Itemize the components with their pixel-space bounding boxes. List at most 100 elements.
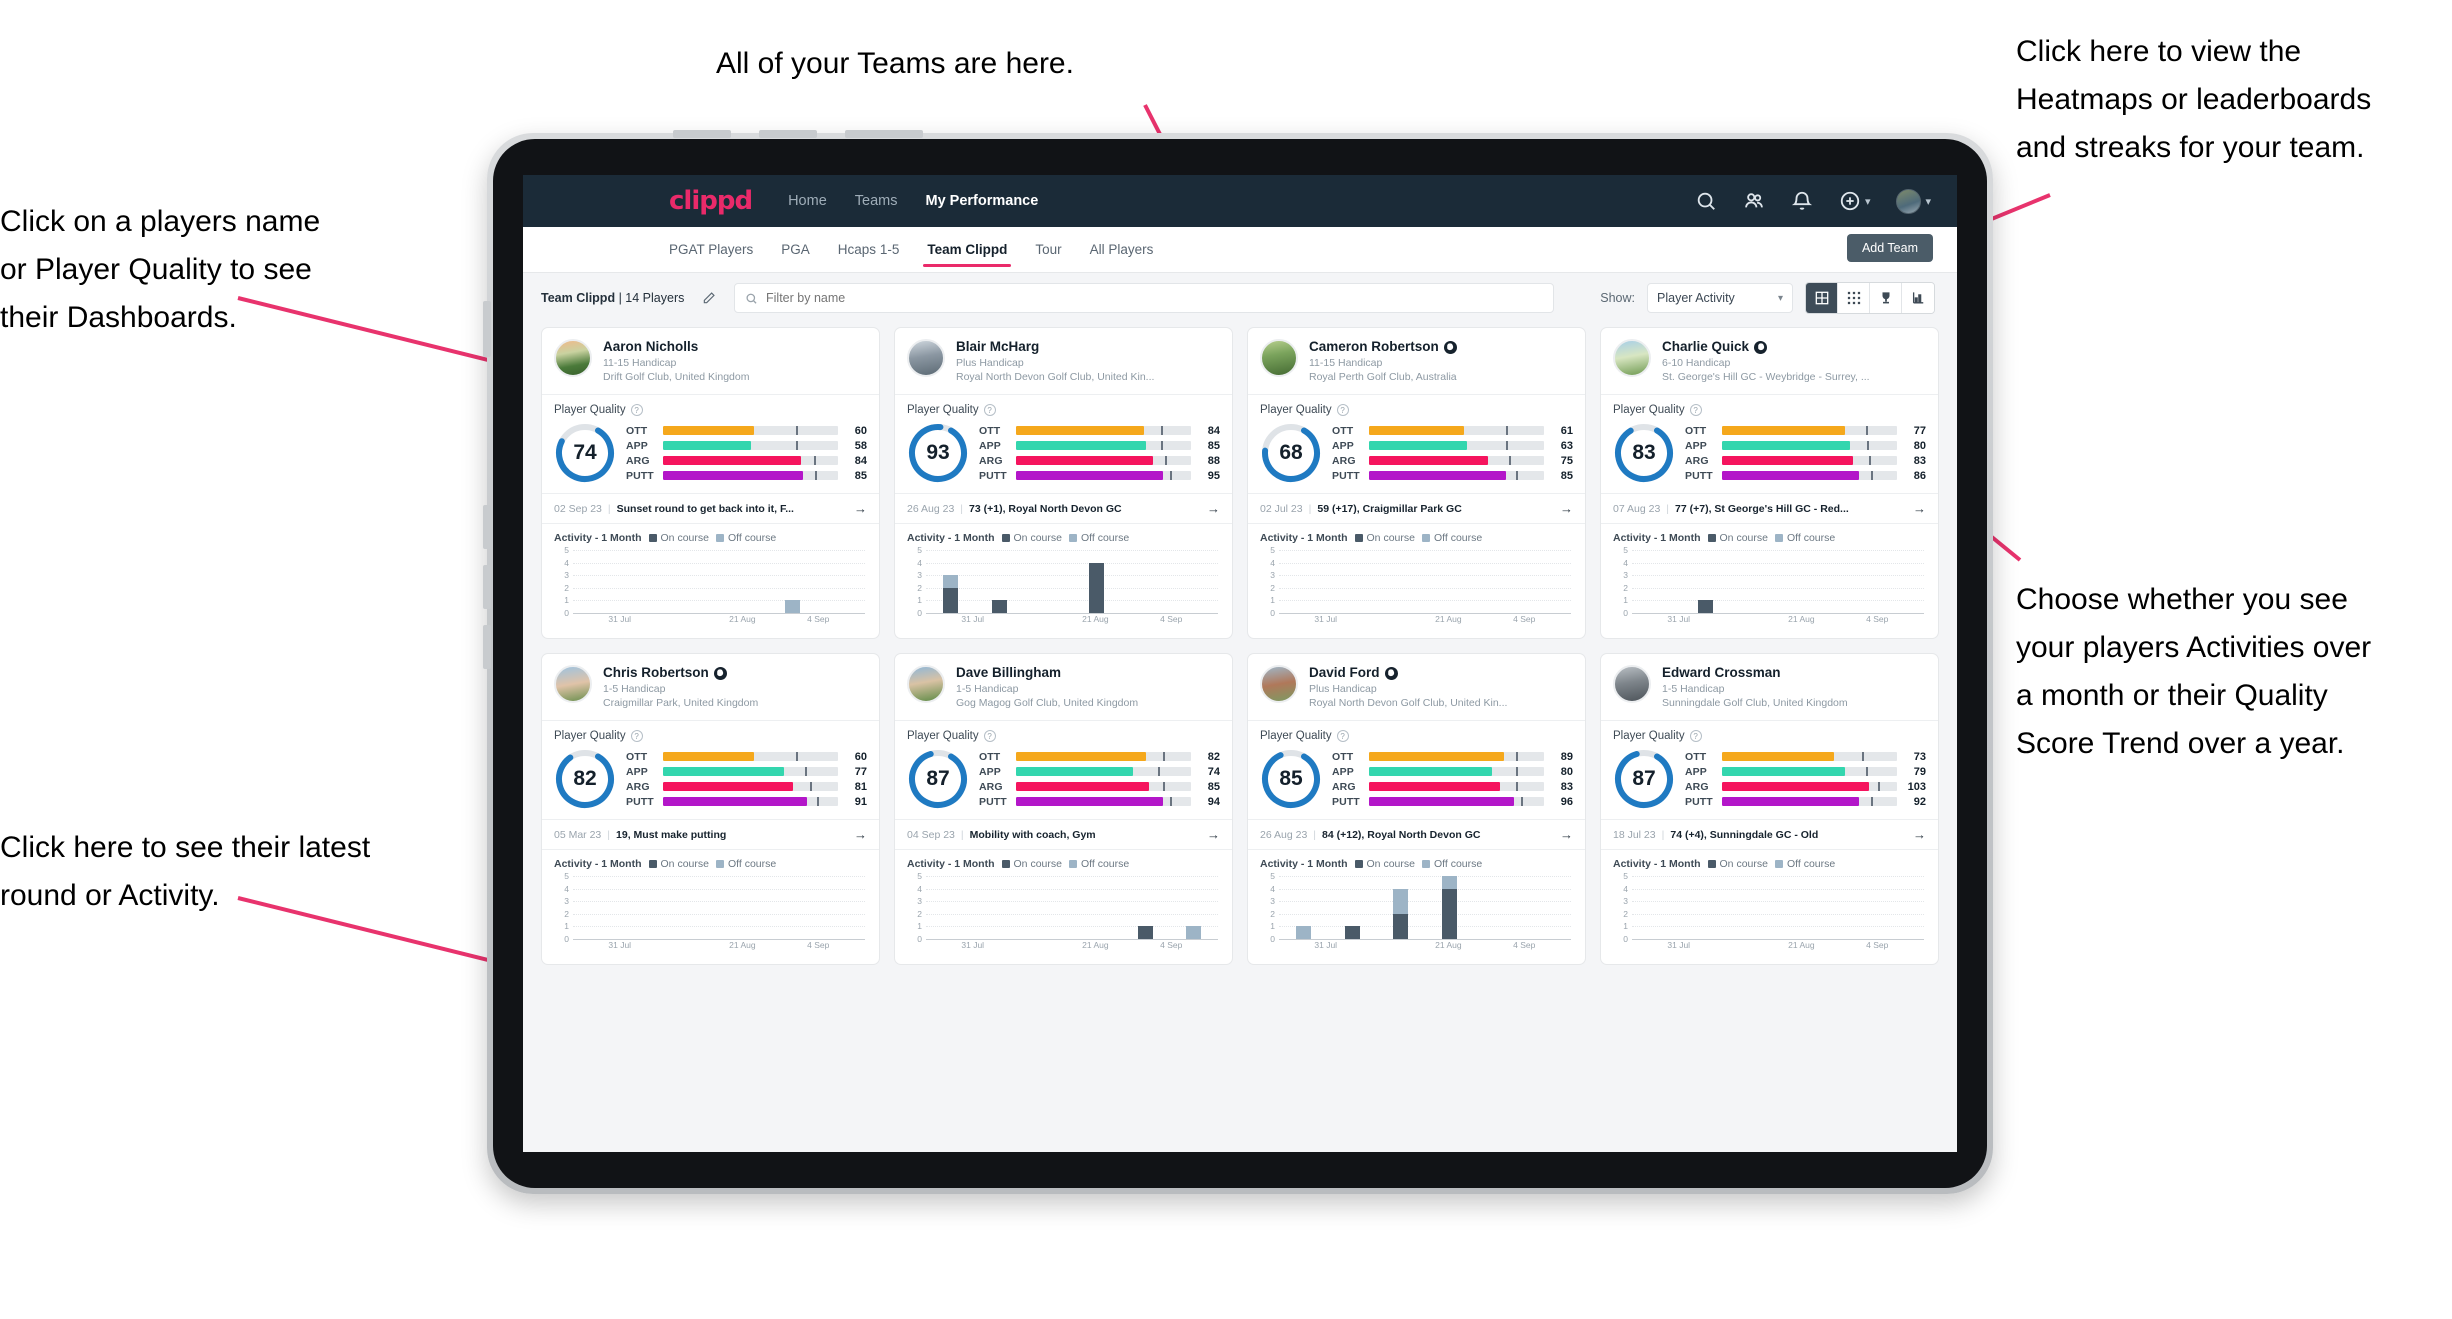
tab-tour[interactable]: Tour <box>1035 227 1061 273</box>
player-card-header[interactable]: Charlie Quick 6-10 Handicap St. George's H… <box>1601 328 1938 394</box>
player-card[interactable]: Charlie Quick 6-10 Handicap St. George's H… <box>1600 327 1939 639</box>
tab-hcaps-1-5[interactable]: Hcaps 1-5 <box>838 227 900 273</box>
view-trophy-button[interactable] <box>1870 283 1902 313</box>
question-circle-icon[interactable]: ? <box>630 730 643 742</box>
player-name[interactable]: Blair McHarg <box>956 339 1220 355</box>
latest-round-row[interactable]: 18 Jul 23 | 74 (+4), Sunningdale GC - Old → <box>1601 819 1938 850</box>
player-card[interactable]: Edward Crossman 1-5 Handicap Sunningdale G… <box>1600 653 1939 965</box>
player-name[interactable]: Edward Crossman <box>1662 665 1926 681</box>
show-select[interactable]: Player Activity ▾ <box>1647 283 1793 313</box>
player-name[interactable]: Chris Robertson <box>603 665 867 681</box>
arrow-right-icon[interactable]: → <box>854 501 867 516</box>
bell-icon[interactable] <box>1791 190 1813 212</box>
tab-all-players[interactable]: All Players <box>1090 227 1154 273</box>
avatar[interactable] <box>1613 339 1651 377</box>
nav-link-home[interactable]: Home <box>788 193 827 209</box>
question-circle-icon[interactable]: ? <box>1689 730 1702 742</box>
search-container[interactable] <box>734 283 1555 313</box>
question-circle-icon[interactable]: ? <box>630 404 643 416</box>
avatar[interactable] <box>907 665 945 703</box>
player-card-header[interactable]: Chris Robertson 1-5 Handicap Craigmillar P… <box>542 654 879 720</box>
player-card[interactable]: David Ford Plus Handicap Royal North Devon… <box>1247 653 1586 965</box>
player-card-header[interactable]: Dave Billingham 1-5 Handicap Gog Magog Gol… <box>895 654 1232 720</box>
question-circle-icon[interactable]: ? <box>1336 730 1349 742</box>
player-name[interactable]: Cameron Robertson <box>1309 339 1573 355</box>
arrow-right-icon[interactable]: → <box>854 827 867 842</box>
power-button[interactable] <box>845 130 923 138</box>
player-card-header[interactable]: Edward Crossman 1-5 Handicap Sunningdale G… <box>1601 654 1938 720</box>
player-quality-section[interactable]: Player Quality? 87 OTT 73 APP 79 ARG 103 PUTT 92 <box>1601 721 1938 819</box>
player-name[interactable]: David Ford <box>1309 665 1573 681</box>
avatar[interactable] <box>554 339 592 377</box>
question-circle-icon[interactable]: ? <box>983 404 996 416</box>
edit-team-button[interactable] <box>696 285 722 311</box>
avatar[interactable] <box>1260 665 1298 703</box>
volume-button-1[interactable] <box>673 130 731 138</box>
view-grid-button[interactable] <box>1838 283 1870 313</box>
player-quality-section[interactable]: Player Quality? 82 OTT 60 APP 77 ARG 81 PUTT 91 <box>542 721 879 819</box>
avatar[interactable] <box>907 339 945 377</box>
player-name[interactable]: Charlie Quick <box>1662 339 1926 355</box>
clippd-logo[interactable]: clippd <box>669 186 753 216</box>
player-card[interactable]: Cameron Robertson 11-15 Handicap Royal Per… <box>1247 327 1586 639</box>
player-quality-section[interactable]: Player Quality? 74 OTT 60 APP 58 ARG 84 PUTT 85 <box>542 395 879 493</box>
nav-link-my-performance[interactable]: My Performance <box>925 193 1038 209</box>
tab-team-clippd[interactable]: Team Clippd <box>923 227 1012 273</box>
avatar[interactable] <box>1896 188 1922 214</box>
latest-round-row[interactable]: 04 Sep 23 | Mobility with coach, Gym → <box>895 819 1232 850</box>
player-name[interactable]: Dave Billingham <box>956 665 1220 681</box>
player-card-header[interactable]: David Ford Plus Handicap Royal North Devon… <box>1248 654 1585 720</box>
latest-round-row[interactable]: 02 Jul 23 | 59 (+17), Craigmillar Park GC → <box>1248 493 1585 524</box>
player-card[interactable]: Aaron Nicholls 11-15 Handicap Drift Golf C… <box>541 327 880 639</box>
create-menu[interactable]: ▾ <box>1839 190 1870 212</box>
player-card-header[interactable]: Aaron Nicholls 11-15 Handicap Drift Golf C… <box>542 328 879 394</box>
player-quality-section[interactable]: Player Quality? 68 OTT 61 APP 63 ARG 75 PUTT 85 <box>1248 395 1585 493</box>
side-button-4[interactable] <box>483 625 491 669</box>
legend-swatch-icon <box>1001 860 1010 868</box>
search-input[interactable] <box>766 291 1544 305</box>
avatar[interactable] <box>1613 665 1651 703</box>
player-card-header[interactable]: Blair McHarg Plus Handicap Royal North Dev… <box>895 328 1232 394</box>
arrow-right-icon[interactable]: → <box>1560 827 1573 842</box>
player-card[interactable]: Dave Billingham 1-5 Handicap Gog Magog Gol… <box>894 653 1233 965</box>
side-button-3[interactable] <box>483 565 491 609</box>
avatar[interactable] <box>554 665 592 703</box>
player-quality-section[interactable]: Player Quality? 83 OTT 77 APP 80 ARG 83 PUTT 86 <box>1601 395 1938 493</box>
side-button-1[interactable] <box>483 301 491 357</box>
plus-circle-icon[interactable] <box>1839 190 1861 212</box>
volume-button-2[interactable] <box>759 130 817 138</box>
view-card-button[interactable] <box>1806 283 1838 313</box>
player-card[interactable]: Blair McHarg Plus Handicap Royal North Dev… <box>894 327 1233 639</box>
latest-round-row[interactable]: 05 Mar 23 | 19, Must make putting → <box>542 819 879 850</box>
player-card[interactable]: Chris Robertson 1-5 Handicap Craigmillar P… <box>541 653 880 965</box>
player-quality-section[interactable]: Player Quality? 85 OTT 89 APP 80 ARG 83 PUTT 96 <box>1248 721 1585 819</box>
arrow-right-icon[interactable]: → <box>1913 827 1926 842</box>
latest-round-row[interactable]: 07 Aug 23 | 77 (+7), St George's Hill GC -… <box>1601 493 1938 524</box>
user-menu[interactable]: ▾ <box>1896 188 1931 214</box>
avatar[interactable] <box>1260 339 1298 377</box>
question-circle-icon[interactable]: ? <box>983 730 996 742</box>
view-streak-button[interactable] <box>1902 283 1934 313</box>
people-icon[interactable] <box>1743 190 1765 212</box>
latest-round-row[interactable]: 02 Sep 23 | Sunset round to get back into … <box>542 493 879 524</box>
latest-round-text: 59 (+17), Craigmillar Park GC <box>1317 502 1462 515</box>
arrow-right-icon[interactable]: → <box>1207 501 1220 516</box>
player-quality-body: 85 OTT 89 APP 80 ARG 83 PUTT 96 <box>1260 748 1573 810</box>
tab-pga[interactable]: PGA <box>781 227 810 273</box>
question-circle-icon[interactable]: ? <box>1689 404 1702 416</box>
add-team-button[interactable]: Add Team <box>1846 234 1933 262</box>
player-quality-section[interactable]: Player Quality? 87 OTT 82 APP 74 ARG 85 PUTT 94 <box>895 721 1232 819</box>
player-card-header[interactable]: Cameron Robertson 11-15 Handicap Royal Per… <box>1248 328 1585 394</box>
arrow-right-icon[interactable]: → <box>1560 501 1573 516</box>
question-circle-icon[interactable]: ? <box>1336 404 1349 416</box>
player-quality-section[interactable]: Player Quality? 93 OTT 84 APP 85 ARG 88 PUTT 95 <box>895 395 1232 493</box>
latest-round-row[interactable]: 26 Aug 23 | 73 (+1), Royal North Devon GC → <box>895 493 1232 524</box>
arrow-right-icon[interactable]: → <box>1207 827 1220 842</box>
arrow-right-icon[interactable]: → <box>1913 501 1926 516</box>
side-button-2[interactable] <box>483 505 491 549</box>
nav-link-teams[interactable]: Teams <box>855 193 898 209</box>
latest-round-row[interactable]: 26 Aug 23 | 84 (+12), Royal North Devon GC… <box>1248 819 1585 850</box>
player-name[interactable]: Aaron Nicholls <box>603 339 867 355</box>
tab-pgat-players[interactable]: PGAT Players <box>669 227 753 273</box>
search-icon[interactable] <box>1695 190 1717 212</box>
